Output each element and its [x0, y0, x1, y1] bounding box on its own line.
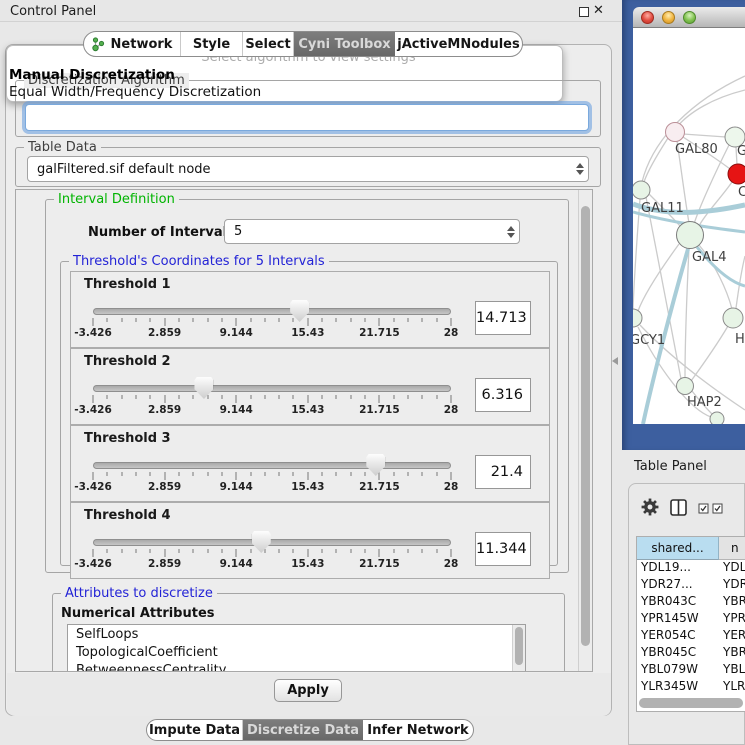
tab-discretize-data[interactable]: Discretize Data — [243, 720, 363, 740]
tab-jactivemnodules[interactable]: jActiveMNodules — [395, 32, 522, 56]
numerical-attributes-list[interactable]: SelfLoopsTopologicalCoefficientBetweenne… — [67, 624, 526, 672]
number-of-intervals-combobox[interactable]: 5 — [224, 219, 520, 244]
settings-scrollbar[interactable] — [578, 190, 592, 671]
threshold-3-panel: Threshold 3 -3.4262.8599.14415.4321.7152… — [70, 425, 550, 502]
network-window-titlebar — [633, 7, 745, 28]
column-header-shared-name[interactable]: shared... — [637, 537, 719, 560]
split-pane-grip[interactable] — [612, 357, 618, 365]
table-data-title: Table Data — [24, 140, 101, 155]
table-row[interactable]: YDL19...YDL1 — [637, 560, 745, 577]
svg-text:C: C — [738, 185, 745, 200]
network-window: GAL80 G GAL11 C GAL4 GCY1 H HAP2 — [633, 7, 745, 424]
interval-definition-title: Interval Definition — [54, 192, 179, 207]
tab-cyni-toolbox[interactable]: Cyni Toolbox — [294, 32, 395, 56]
svg-text:GAL11: GAL11 — [641, 201, 684, 216]
network-icon — [92, 37, 105, 52]
attribute-list-item[interactable]: TopologicalCoefficient — [68, 643, 525, 661]
threshold-3-value[interactable]: 21.4 — [475, 455, 531, 489]
node-gal4[interactable] — [677, 222, 704, 249]
footer-bar: Apply — [7, 673, 611, 716]
number-of-intervals-label: Number of Intervals — [88, 225, 235, 240]
algorithm-combobox[interactable] — [25, 104, 589, 131]
slider-track[interactable] — [93, 539, 451, 546]
table-data-combobox[interactable]: galFiltered.sif default node — [27, 156, 589, 182]
attributes-scrollbar[interactable] — [512, 625, 525, 672]
svg-text:H: H — [735, 332, 745, 347]
table-horizontal-scrollbar[interactable] — [639, 698, 743, 708]
table-row[interactable]: YBR043CYBR0 — [637, 594, 745, 611]
svg-text:G: G — [737, 144, 745, 159]
svg-text:HAP2: HAP2 — [687, 395, 722, 410]
svg-text:GAL4: GAL4 — [692, 250, 726, 265]
node-right-h[interactable] — [723, 308, 743, 328]
table-row[interactable]: YBR045CYBR0 — [637, 645, 745, 662]
node-selected-red[interactable] — [728, 164, 745, 184]
gear-icon[interactable] — [641, 498, 659, 516]
interval-definition-group: Interval Definition Number of Intervals … — [45, 199, 569, 573]
attribute-list-item[interactable]: SelfLoops — [68, 625, 525, 643]
zoom-traffic-light-icon[interactable] — [683, 11, 696, 24]
attributes-group: Attributes to discretize Numerical Attri… — [52, 593, 565, 672]
control-panel-titlebar: Control Panel ✕ — [0, 0, 622, 22]
threshold-4-panel: Threshold 4 -3.4262.8599.14415.4321.7152… — [70, 502, 550, 579]
svg-text:GAL80: GAL80 — [675, 142, 718, 157]
settings-scroll-panel: Interval Definition Number of Intervals … — [15, 189, 593, 672]
tab-impute-data[interactable]: Impute Data — [147, 720, 243, 740]
stepper-arrows-icon — [503, 226, 519, 238]
slider-track[interactable] — [93, 385, 451, 392]
threshold-2-value[interactable]: 6.316 — [475, 378, 531, 412]
slider-track[interactable] — [93, 462, 451, 469]
numerical-attributes-heading: Numerical Attributes — [61, 606, 215, 621]
node-gal11[interactable] — [633, 181, 650, 199]
checkbox-icon[interactable] — [698, 503, 709, 514]
cyni-bottom-tabs: Impute Data Discretize Data Infer Networ… — [146, 719, 474, 741]
checkbox-icon[interactable] — [712, 503, 723, 514]
close-traffic-light-icon[interactable] — [641, 11, 654, 24]
thresholds-group: Threshold's Coordinates for 5 Intervals … — [60, 261, 558, 566]
dropdown-option-manual[interactable]: Manual Discretization — [9, 67, 175, 83]
table-row[interactable]: YPR145WYPR1 — [637, 611, 745, 628]
node-gcy1[interactable] — [633, 309, 642, 327]
table-row[interactable]: YDR27...YDR2 — [637, 577, 745, 594]
attribute-list-item[interactable]: BetweennessCentrality — [68, 661, 525, 672]
node-gal80[interactable] — [666, 123, 685, 142]
tab-style[interactable]: Style — [181, 32, 243, 56]
tab-infer-network[interactable]: Infer Network — [363, 720, 473, 740]
node-table: shared... n YDL19...YDL1YDR27...YDR2YBR0… — [636, 536, 745, 712]
network-canvas[interactable]: GAL80 G GAL11 C GAL4 GCY1 H HAP2 — [633, 28, 745, 424]
control-panel-tabs: Network Style Select Cyni Toolbox jActiv… — [83, 31, 523, 57]
table-row[interactable]: YLR345WYLR3 — [637, 679, 745, 696]
apply-button[interactable]: Apply — [274, 679, 342, 702]
threshold-1-panel: Threshold 1 -3.4262.8599.14415.4321.7152… — [70, 271, 550, 348]
attributes-group-title: Attributes to discretize — [61, 586, 217, 601]
threshold-4-value[interactable]: 11.344 — [475, 532, 531, 566]
tab-network[interactable]: Network — [84, 32, 181, 56]
threshold-2-panel: Threshold 2 -3.4262.8599.14415.4321.7152… — [70, 348, 550, 425]
minimize-traffic-light-icon[interactable] — [662, 11, 675, 24]
slider-track[interactable] — [93, 308, 451, 315]
thresholds-group-title: Threshold's Coordinates for 5 Intervals — [69, 254, 329, 269]
dropdown-option-equal-width[interactable]: Equal Width/Frequency Discretization — [9, 84, 261, 100]
cyni-toolbox-panel: Discretization Algorithm Select algorith… — [5, 44, 612, 716]
table-row[interactable]: YBL079WYBL0 — [637, 662, 745, 679]
tab-select[interactable]: Select — [243, 32, 294, 56]
panel-title: Control Panel — [10, 4, 96, 19]
table-rows[interactable]: YDL19...YDL1YDR27...YDR2YBR043CYBR0YPR14… — [637, 560, 745, 696]
table-data-group: Table Data galFiltered.sif default node — [15, 147, 601, 187]
svg-text:GCY1: GCY1 — [633, 333, 665, 348]
float-window-icon[interactable] — [579, 7, 589, 17]
table-panel-title: Table Panel — [634, 459, 707, 474]
table-panel: shared... n YDL19...YDL1YDR27...YDR2YBR0… — [628, 483, 745, 745]
close-icon[interactable]: ✕ — [593, 3, 604, 18]
column-header-name[interactable]: n — [719, 537, 745, 560]
node-hap2[interactable] — [677, 378, 694, 395]
threshold-1-value[interactable]: 14.713 — [475, 301, 531, 335]
node-bottom-partial[interactable] — [710, 412, 724, 424]
stepper-arrows-icon — [572, 163, 588, 175]
split-columns-icon[interactable] — [670, 499, 687, 516]
table-row[interactable]: YER054CYER0 — [637, 628, 745, 645]
